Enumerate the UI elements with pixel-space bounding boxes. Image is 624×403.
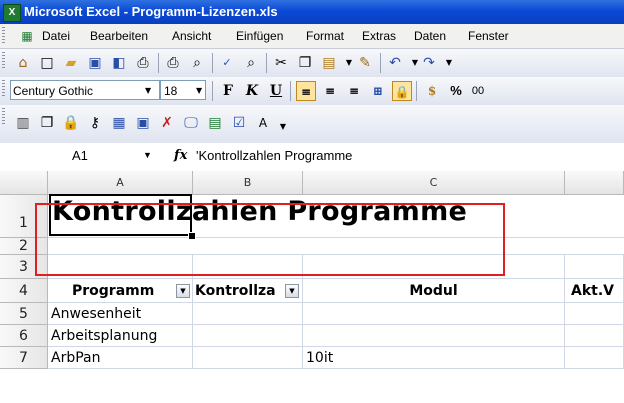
undo-icon[interactable]: ↶ [386,54,404,72]
lock-button[interactable]: 🔒 [392,81,412,101]
formula-input[interactable]: 'Kontrollzahlen Programme [196,148,352,163]
format-painter-icon[interactable]: ✎ [356,54,374,72]
quick-print-icon[interactable]: ⎙ [164,54,182,72]
cut-icon[interactable]: ✂ [272,54,290,72]
font-name-box[interactable]: Century Gothic [10,80,160,100]
chart-icon[interactable]: ✗ [158,114,176,132]
print-icon[interactable]: ⎙ [134,54,152,72]
monitor-icon[interactable]: 🖵 [182,114,200,132]
cell-a5[interactable]: Anwesenheit [48,303,193,325]
menu-grip[interactable] [2,27,5,45]
percent-button[interactable]: % [446,81,466,101]
paste-icon[interactable]: ▤ [320,54,338,72]
cell-d3[interactable] [565,255,624,279]
underline-button[interactable]: U [266,81,286,101]
column-header-d[interactable] [565,171,624,195]
header-akt-version[interactable]: Akt.V [565,279,624,303]
name-box[interactable]: A1 ▼ [0,145,165,167]
name-box-dropdown-icon[interactable]: ▼ [143,150,152,160]
check-icon[interactable]: ☑ [230,114,248,132]
filter-dropdown-programm[interactable]: ▼ [176,284,190,298]
formatting-toolbar: Century Gothic ▼ 18 ▼ F K U ≡ ≡ ≡ ⊞ 🔒 $ … [0,77,624,106]
header-programm[interactable]: Programm [48,279,193,303]
excel-app-icon[interactable]: X [3,4,21,22]
format-toolbar-grip[interactable] [2,80,5,98]
cell-c5[interactable] [303,303,565,325]
column-header-a[interactable]: A [48,171,193,195]
column-header-b[interactable]: B [193,171,303,195]
redo-dropdown-icon[interactable]: ▼ [440,54,458,72]
menu-format[interactable]: Format [306,29,344,43]
comma-button[interactable]: 00 [468,81,488,101]
menu-bearbeiten[interactable]: Bearbeiten [90,29,148,43]
form-icon[interactable]: ▤ [206,114,224,132]
print-preview-icon[interactable]: ⌕ [188,54,206,72]
lock-icon[interactable]: 🔒 [62,114,80,132]
align-left-button[interactable]: ≡ [296,81,316,101]
menu-datei[interactable]: Datei [42,29,70,43]
cell-d5[interactable] [565,303,624,325]
align-center-button[interactable]: ≡ [320,81,340,101]
copy-sheet-icon[interactable]: ❐ [38,114,56,132]
menu-extras[interactable]: Extras [362,29,396,43]
custom-toolbar-grip[interactable] [2,108,5,126]
new-icon[interactable]: □ [38,54,56,72]
menu-bar: ▦ Datei Bearbeiten Ansicht Einfügen Form… [0,24,624,49]
window-title: Microsoft Excel - Programm-Lizenzen.xls [24,4,278,19]
font-dropdown-icon[interactable]: ▼ [145,86,151,95]
workbook-icon[interactable]: ▦ [18,27,36,45]
row-header-5[interactable]: 5 [0,303,48,325]
menu-einfuegen[interactable]: Einfügen [236,29,283,43]
cell-b5[interactable] [193,303,303,325]
column-header-c[interactable]: C [303,171,565,195]
permission-icon[interactable]: ◧ [110,54,128,72]
bold-button[interactable]: F [218,81,238,101]
save-as-icon[interactable]: ▣ [134,114,152,132]
header-modul[interactable]: Modul [303,279,565,303]
row-header-4[interactable]: 4 [0,279,48,303]
save-icon[interactable]: ▣ [86,54,104,72]
research-icon[interactable]: ⌕ [242,54,260,72]
cell-a6[interactable]: Arbeitsplanung [48,325,193,347]
cell-a7[interactable]: ArbPan [48,347,193,369]
cell-b6[interactable] [193,325,303,347]
standard-toolbar: ⌂ □ ▰ ▣ ◧ ⎙ ⎙ ⌕ ✓ ⌕ ✂ ❐ ▤ ▼ ✎ ↶ ▼ ↷ ▼ [0,49,624,78]
name-box-value: A1 [72,148,88,163]
row-header-7[interactable]: 7 [0,347,48,369]
toolbar-grip[interactable] [2,52,5,70]
size-dropdown-icon[interactable]: ▼ [196,86,202,95]
currency-button[interactable]: $ [422,81,442,101]
copy-icon[interactable]: ❐ [296,54,314,72]
title-bar: X Microsoft Excel - Programm-Lizenzen.xl… [0,0,624,24]
menu-daten[interactable]: Daten [414,29,446,43]
worksheet-grid[interactable]: A B C 1 2 3 4 5 6 7 Programm ▼ Kontrollz… [0,171,624,403]
formula-bar: A1 ▼ fx 'Kontrollzahlen Programme [0,143,624,172]
row-header-6[interactable]: 6 [0,325,48,347]
cell-b7[interactable] [193,347,303,369]
insert-function-icon[interactable]: fx [174,148,187,163]
filter-dropdown-kontrollzahl[interactable]: ▼ [285,284,299,298]
table-icon[interactable]: ▦ [110,114,128,132]
cell-d6[interactable] [565,325,624,347]
redo-icon[interactable]: ↷ [420,54,438,72]
key-icon[interactable]: ⚷ [86,114,104,132]
open-icon[interactable]: ▰ [62,54,80,72]
select-all-corner[interactable] [0,171,48,195]
cell-c7[interactable]: 10it [303,347,565,369]
menu-fenster[interactable]: Fenster [468,29,509,43]
align-right-button[interactable]: ≡ [344,81,364,101]
italic-button[interactable]: K [242,81,262,101]
cell-d7[interactable] [565,347,624,369]
menu-ansicht[interactable]: Ansicht [172,29,211,43]
spelling-icon[interactable]: ✓ [218,54,236,72]
cell-c6[interactable] [303,325,565,347]
highlight-annotation [35,203,505,276]
toolbar-overflow-icon[interactable]: ▼ [274,118,292,136]
font-size-icon[interactable]: A [254,114,272,132]
home-icon[interactable]: ⌂ [14,54,32,72]
sheet-icon[interactable]: ▥ [14,114,32,132]
custom-toolbar: ▥ ❐ 🔒 ⚷ ▦ ▣ ✗ 🖵 ▤ ☑ A ▼ [0,105,624,144]
merge-center-button[interactable]: ⊞ [368,81,388,101]
